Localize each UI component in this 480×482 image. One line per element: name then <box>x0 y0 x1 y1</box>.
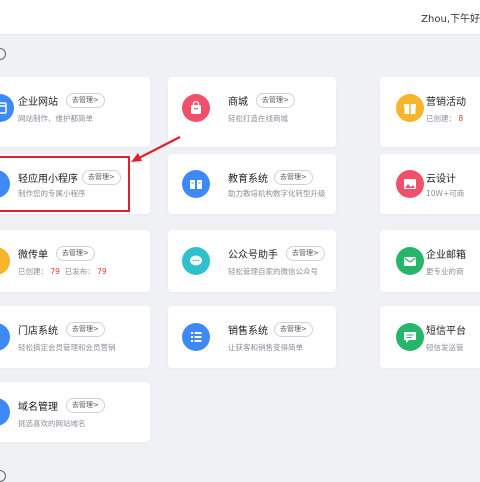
card-desc: 轻松管理自家的微信公众号 <box>228 267 318 276</box>
card-domain[interactable]: 域名管理 去管理> 挑选喜欢的网站域名 <box>0 382 150 442</box>
image-icon <box>396 170 424 198</box>
card-desc: 更专业的商 <box>426 267 464 276</box>
card-desc: 已创建： 8 <box>426 114 464 123</box>
card-desc: 网站制作、维护都简单 <box>18 114 93 123</box>
user-greeting[interactable]: Zhou,下午好 <box>421 10 480 25</box>
card-title: 公众号助手 <box>228 250 278 261</box>
section-toggle-icon[interactable] <box>0 48 6 60</box>
card-micro-flyer[interactable]: 微传单 去管理> 已创建： 79 已发布： 79 <box>0 230 150 292</box>
card-title: 商城 <box>228 97 248 108</box>
card-title: 营销活动 <box>426 97 466 108</box>
card-store-system[interactable]: 门店系统 去管理> 轻松搞定会员管理和会员营销 <box>0 306 150 368</box>
card-title: 域名管理 <box>18 402 58 413</box>
card-desc: 轻松打造在线商城 <box>228 114 288 123</box>
shopping-bag-icon <box>182 94 210 122</box>
card-title: 企业网站 <box>18 97 58 108</box>
card-title: 教育系统 <box>228 174 268 185</box>
book-icon <box>182 170 210 198</box>
manage-button[interactable]: 去管理> <box>286 246 325 261</box>
gift-icon <box>396 94 424 122</box>
annotation-arrow-icon <box>131 136 181 162</box>
card-desc: 挑选喜欢的网站域名 <box>18 419 86 428</box>
card-title: 短信平台 <box>426 326 466 337</box>
manage-button[interactable]: 去管理> <box>66 93 105 108</box>
manage-button[interactable]: 去管理> <box>256 93 295 108</box>
website-icon <box>0 94 14 122</box>
top-bar: Zhou,下午好 <box>0 0 480 35</box>
card-desc: 轻松搞定会员管理和会员营销 <box>18 343 116 352</box>
card-desc: 10W+可商 <box>426 189 465 198</box>
card-education[interactable]: 教育系统 去管理> 助力教培机构数字化转型升级 <box>168 154 336 214</box>
card-title: 微传单 <box>18 250 48 261</box>
manage-button[interactable]: 去管理> <box>274 322 313 337</box>
card-desc: 短信发送管 <box>426 343 464 352</box>
sms-icon <box>396 323 424 351</box>
card-title: 企业邮箱 <box>426 250 466 261</box>
card-title: 门店系统 <box>18 326 58 337</box>
store-icon <box>0 323 10 351</box>
card-enterprise-mail[interactable]: 企业邮箱 更专业的商 <box>380 230 480 292</box>
card-sms-platform[interactable]: 短信平台 短信发送管 <box>380 306 480 368</box>
list-icon <box>182 323 210 351</box>
domain-icon <box>0 398 10 426</box>
card-mall[interactable]: 商城 去管理> 轻松打造在线商城 <box>168 77 336 147</box>
mail-icon <box>396 247 424 275</box>
manage-button[interactable]: 去管理> <box>66 398 105 413</box>
card-sales-system[interactable]: 销售系统 去管理> 让获客和销售变得简单 <box>168 306 336 368</box>
card-official-account[interactable]: 公众号助手 去管理> 轻松管理自家的微信公众号 <box>168 230 336 292</box>
section-toggle-icon[interactable] <box>0 470 6 482</box>
card-cloud-design[interactable]: 云设计 10W+可商 <box>380 154 480 214</box>
card-desc: 助力教培机构数字化转型升级 <box>228 189 326 198</box>
card-title: 云设计 <box>426 174 456 185</box>
chat-icon <box>182 247 210 275</box>
card-title: 销售系统 <box>228 326 268 337</box>
flyer-icon <box>0 247 10 275</box>
card-desc: 已创建： 79 已发布： 79 <box>18 267 107 276</box>
manage-button[interactable]: 去管理> <box>66 322 105 337</box>
manage-button[interactable]: 去管理> <box>56 246 95 261</box>
highlight-box <box>0 156 130 212</box>
card-marketing[interactable]: 营销活动 已创建： 8 <box>380 77 480 147</box>
card-desc: 让获客和销售变得简单 <box>228 343 303 352</box>
manage-button[interactable]: 去管理> <box>274 170 313 185</box>
